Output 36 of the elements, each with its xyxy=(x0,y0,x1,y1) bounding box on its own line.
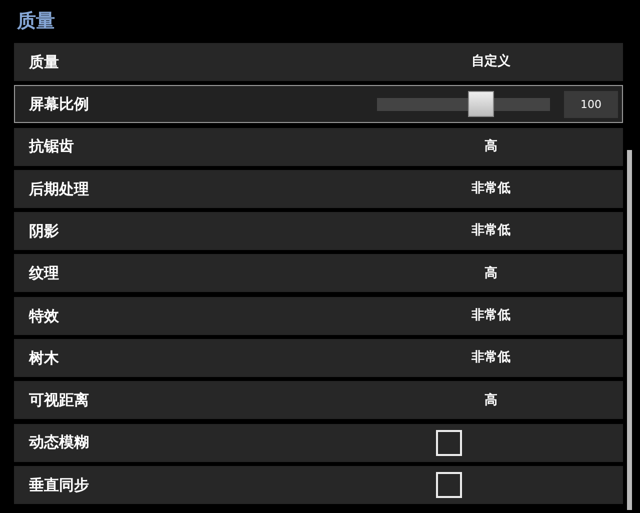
section-title: 质量 xyxy=(16,9,56,34)
setting-row[interactable]: 垂直同步 xyxy=(14,466,623,504)
checkbox[interactable] xyxy=(436,472,462,498)
setting-row[interactable]: 屏幕比例 100 xyxy=(14,85,623,124)
setting-label: 抗锯齿 xyxy=(28,136,75,158)
setting-label: 特效 xyxy=(28,306,60,327)
setting-row[interactable]: 后期处理 非常低 xyxy=(14,170,623,208)
setting-row[interactable]: 抗锯齿 高 xyxy=(14,128,623,166)
value-field[interactable]: 100 xyxy=(564,90,618,118)
setting-value[interactable]: 非常低 xyxy=(435,221,547,241)
setting-row[interactable]: 质量 自定义 xyxy=(14,43,623,81)
setting-row[interactable]: 可视距离 高 xyxy=(14,381,623,420)
setting-label: 质量 xyxy=(28,52,60,73)
scrollbar[interactable] xyxy=(627,150,632,510)
setting-label: 阴影 xyxy=(28,220,60,242)
setting-label: 屏幕比例 xyxy=(28,94,90,116)
setting-value[interactable]: 高 xyxy=(435,136,547,156)
setting-value[interactable]: 非常低 xyxy=(435,348,547,368)
slider-thumb[interactable] xyxy=(468,90,494,117)
setting-label: 可视距离 xyxy=(28,390,90,412)
setting-row[interactable]: 树木 非常低 xyxy=(14,339,623,378)
setting-label: 树木 xyxy=(28,348,60,369)
checkbox[interactable] xyxy=(436,430,462,456)
setting-value[interactable]: 自定义 xyxy=(435,52,547,72)
setting-value[interactable]: 高 xyxy=(435,390,547,410)
setting-label: 垂直同步 xyxy=(28,474,90,496)
setting-row[interactable]: 纹理 高 xyxy=(14,254,623,292)
setting-row[interactable]: 动态模糊 xyxy=(14,424,623,462)
setting-label: 动态模糊 xyxy=(28,432,90,454)
setting-value[interactable]: 非常低 xyxy=(435,179,547,199)
setting-row[interactable]: 特效 非常低 xyxy=(14,296,623,335)
setting-value[interactable]: 高 xyxy=(435,264,547,284)
setting-label: 纹理 xyxy=(28,263,60,284)
setting-label: 后期处理 xyxy=(28,178,90,200)
setting-row[interactable]: 阴影 非常低 xyxy=(14,212,623,250)
setting-value[interactable]: 非常低 xyxy=(435,306,547,326)
